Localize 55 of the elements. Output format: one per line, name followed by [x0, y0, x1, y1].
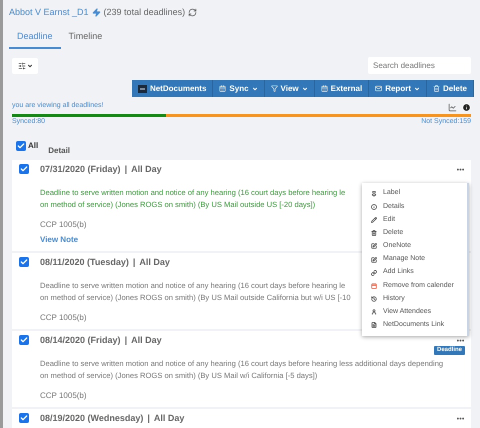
rule-code: CCP 1005(b) — [40, 219, 87, 231]
info-icon — [371, 204, 377, 210]
check-icon — [20, 336, 28, 344]
filter-icon — [270, 85, 278, 92]
edit-icon — [371, 243, 377, 250]
file-icon — [371, 322, 377, 328]
deadline-date: 07/31/2020 (Friday) — [40, 163, 121, 175]
calendar-icon — [219, 85, 226, 92]
deadline-date: 08/14/2020 (Friday) — [40, 334, 121, 346]
deadline-date: 08/11/2020 (Tuesday) — [40, 256, 129, 268]
separator-text: | — [124, 334, 128, 346]
checkbox[interactable] — [19, 257, 29, 267]
deadline-date: 08/19/2020 (Wednesday) — [40, 412, 144, 424]
deadline-time: All Day — [131, 163, 162, 175]
caret-icon — [26, 62, 32, 68]
sliders-icon — [18, 62, 26, 70]
checkbox[interactable] — [19, 413, 29, 423]
deadline-time: All Day — [131, 334, 162, 346]
info-icon[interactable] — [462, 102, 471, 112]
rule-code: CCP 1005(b) — [40, 312, 87, 324]
calendar-icon — [320, 85, 328, 92]
trash-icon — [432, 85, 440, 92]
checkbox[interactable] — [19, 164, 29, 174]
rule-code: CCP 1005(b) — [40, 390, 87, 402]
pencil-icon — [371, 216, 377, 223]
settings-dropdown[interactable] — [12, 58, 38, 74]
history-icon — [371, 296, 377, 302]
refresh-icon[interactable] — [188, 8, 198, 18]
check-icon — [17, 142, 25, 150]
checkbox[interactable] — [16, 141, 26, 151]
logo-icon — [138, 84, 147, 92]
check-icon — [20, 258, 28, 266]
chart-icon[interactable] — [448, 102, 457, 112]
separator-text: | — [147, 412, 150, 424]
link-icon — [371, 270, 377, 276]
total-deadlines: (239 total deadlines) — [104, 6, 186, 19]
envelope-icon — [375, 85, 382, 92]
bolt-icon — [92, 8, 101, 18]
tab[interactable]: Timeline — [60, 30, 110, 49]
separator-text: | — [124, 163, 128, 175]
separator-text: | — [132, 256, 136, 268]
view-note-link[interactable]: View Note — [40, 234, 78, 246]
user-icon — [371, 309, 377, 316]
search-field[interactable]: Search deadlines — [368, 57, 471, 74]
calendar-icon — [371, 282, 377, 289]
select-all-label: All — [28, 140, 38, 152]
deadline-time: All Day — [154, 412, 184, 424]
check-icon — [20, 414, 28, 422]
trash-icon — [371, 230, 377, 236]
checkbox[interactable] — [19, 335, 29, 345]
detail-header: Detail — [48, 145, 70, 157]
check-icon — [20, 165, 28, 173]
edit-icon — [371, 256, 377, 263]
pin-icon — [371, 190, 377, 197]
deadline-time: All Day — [139, 256, 170, 268]
